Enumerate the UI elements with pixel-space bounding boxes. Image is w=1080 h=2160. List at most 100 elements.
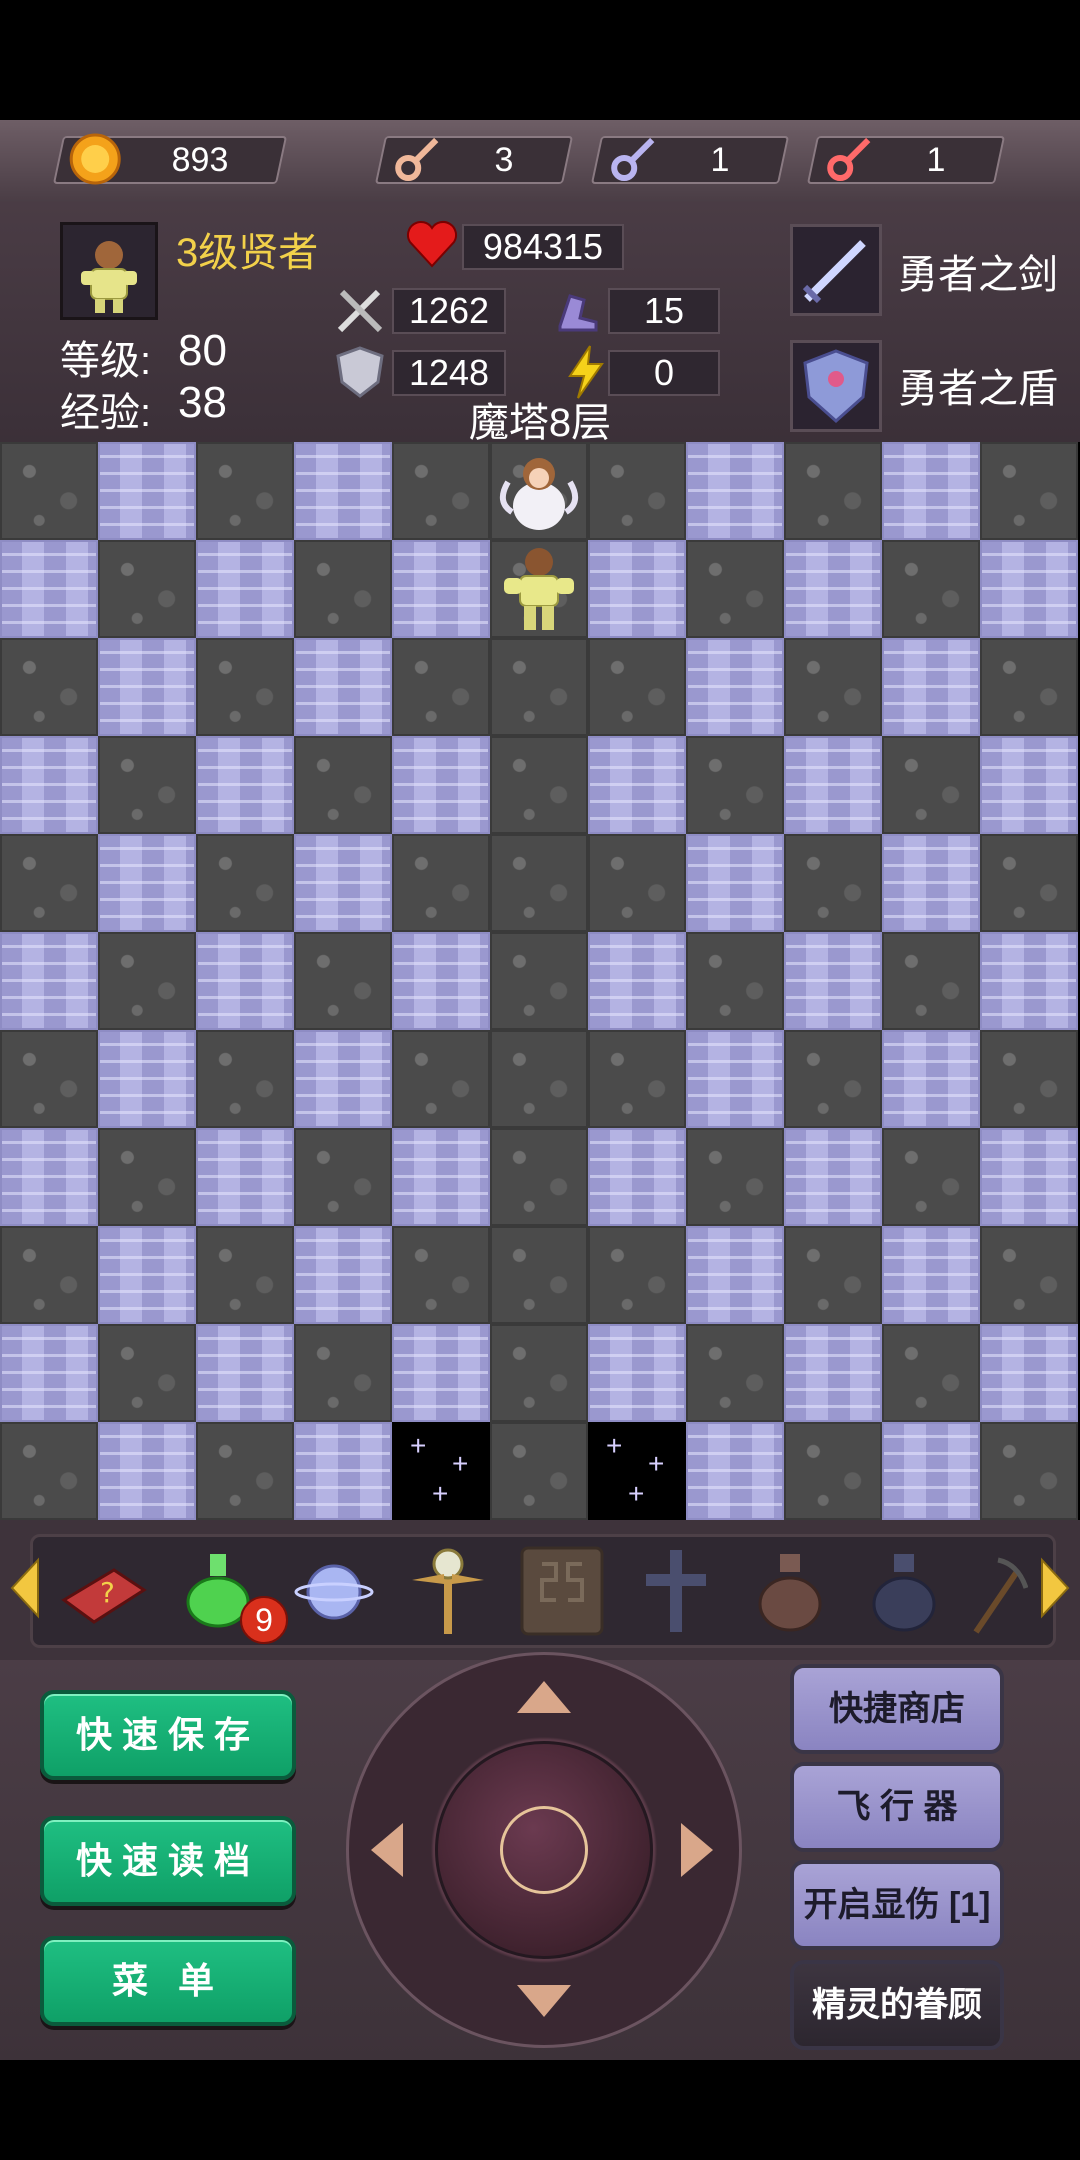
- wall-tile: [490, 1324, 588, 1422]
- hp-box: 984315: [462, 224, 624, 270]
- wall-tile: [882, 540, 980, 638]
- wall-tile: [98, 1128, 196, 1226]
- wall-tile: [98, 1324, 196, 1422]
- floor-tile: [98, 834, 196, 932]
- floor-tile: [392, 1324, 490, 1422]
- fairy-npc-icon[interactable]: [490, 442, 588, 540]
- left-arrow-icon[interactable]: [369, 1821, 405, 1879]
- boots-magic-defense-icon: [558, 294, 598, 332]
- dark-jar-icon: [872, 1554, 936, 1632]
- menu-label: 菜 单: [111, 1960, 224, 2001]
- dark-jar-item[interactable]: [854, 1540, 954, 1640]
- wall-tile: [98, 540, 196, 638]
- magic-defense-box: 15: [608, 288, 720, 334]
- magic-defense-value: 15: [643, 290, 685, 331]
- cross-item[interactable]: [626, 1540, 726, 1640]
- show-damage-button[interactable]: 开启显伤 [1]: [790, 1860, 1004, 1950]
- wall-tile: [686, 1128, 784, 1226]
- direction-pad[interactable]: [346, 1652, 742, 2048]
- yellow-key-value: 3: [494, 141, 514, 179]
- orb-item[interactable]: [284, 1540, 384, 1640]
- floor-tile: [588, 736, 686, 834]
- wall-tile: [784, 834, 882, 932]
- gold-counter: 893: [52, 133, 288, 185]
- hero-avatar-icon: [81, 241, 137, 313]
- heart-icon: [407, 221, 457, 268]
- floor-tile: [588, 932, 686, 1030]
- monster-manual-item[interactable]: ?: [54, 1540, 154, 1640]
- dpad-center-button[interactable]: [500, 1806, 588, 1894]
- pickaxe-item[interactable]: [968, 1540, 1029, 1640]
- floor-tile: [98, 638, 196, 736]
- resource-bar: 893 3 1 1: [0, 120, 1080, 204]
- wall-tile: [294, 1128, 392, 1226]
- floor-tile: [980, 736, 1078, 834]
- floor-tile: [686, 638, 784, 736]
- wall-tile: [0, 1422, 98, 1520]
- wall-tile: [98, 736, 196, 834]
- blue-key-icon: [611, 137, 655, 181]
- wall-tile: [0, 834, 98, 932]
- staff-item[interactable]: [398, 1540, 498, 1640]
- level-value: 80: [178, 326, 227, 375]
- floor-tile: [588, 540, 686, 638]
- inventory-right-arrow-icon[interactable]: [1038, 1556, 1072, 1620]
- sword-icon: [802, 240, 866, 304]
- right-arrow-icon[interactable]: [679, 1821, 715, 1879]
- flying-device-button[interactable]: 飞 行 器: [790, 1762, 1004, 1852]
- potion-item[interactable]: 9: [170, 1540, 288, 1644]
- quick-save-button[interactable]: 快速保存: [40, 1690, 296, 1780]
- stairs-tile: + + +: [392, 1422, 490, 1520]
- wall-tile: [0, 638, 98, 736]
- fairy-blessing-button[interactable]: 精灵的眷顾: [790, 1960, 1004, 2050]
- floor-tile: [196, 1128, 294, 1226]
- wall-tile: [392, 1226, 490, 1324]
- stairs-tile: + + +: [588, 1422, 686, 1520]
- winged-staff-icon: [412, 1548, 484, 1634]
- hero-player-icon[interactable]: [490, 540, 588, 638]
- speed-value: 0: [653, 352, 675, 393]
- quick-shop-label: 快捷商店: [829, 1690, 965, 1728]
- menu-button[interactable]: 菜 单: [40, 1936, 296, 2026]
- wall-tile: [980, 834, 1078, 932]
- game-board[interactable]: + + + + + +: [0, 442, 1080, 1520]
- show-damage-label: 开启显伤 [1]: [803, 1886, 991, 1924]
- wall-tile: [588, 442, 686, 540]
- attack-value: 1262: [408, 290, 490, 331]
- wall-tile: [490, 932, 588, 1030]
- wall-tile: [392, 1030, 490, 1128]
- inventory-left-arrow-icon[interactable]: [8, 1556, 42, 1620]
- floor-tile: [882, 1422, 980, 1520]
- down-arrow-icon[interactable]: [515, 1983, 573, 2019]
- floor-tile: [784, 540, 882, 638]
- wall-tile: [294, 932, 392, 1030]
- wall-tile: [882, 736, 980, 834]
- floor-tile: [686, 1030, 784, 1128]
- up-arrow-icon[interactable]: [515, 1679, 573, 1715]
- floor-tile: [0, 1128, 98, 1226]
- floor-tile: [294, 1422, 392, 1520]
- weapon-slot[interactable]: [790, 224, 882, 316]
- fairy-blessing-label: 精灵的眷顾: [812, 1986, 982, 2024]
- floor-tile: [686, 834, 784, 932]
- wall-tile: [588, 638, 686, 736]
- wall-tile: [588, 834, 686, 932]
- wall-tile: [490, 638, 588, 736]
- floor-tile: [686, 1226, 784, 1324]
- potion-count: 9: [255, 1602, 273, 1638]
- floor-tile: [196, 540, 294, 638]
- wall-tile: [686, 736, 784, 834]
- floor-tile: [980, 1324, 1078, 1422]
- wall-tile: [686, 1324, 784, 1422]
- quick-load-button[interactable]: 快速读档: [40, 1816, 296, 1906]
- quick-save-label: 快速保存: [75, 1714, 260, 1755]
- floor-tile: [686, 1422, 784, 1520]
- floor-tile: [98, 442, 196, 540]
- blue-key-value: 1: [710, 141, 730, 179]
- floor-tile: [882, 1226, 980, 1324]
- jar-item[interactable]: [740, 1540, 840, 1640]
- floor-tile: [784, 1128, 882, 1226]
- gold-coin-icon: [69, 133, 121, 185]
- quick-shop-button[interactable]: 快捷商店: [790, 1664, 1004, 1754]
- tablet-item[interactable]: [512, 1540, 612, 1640]
